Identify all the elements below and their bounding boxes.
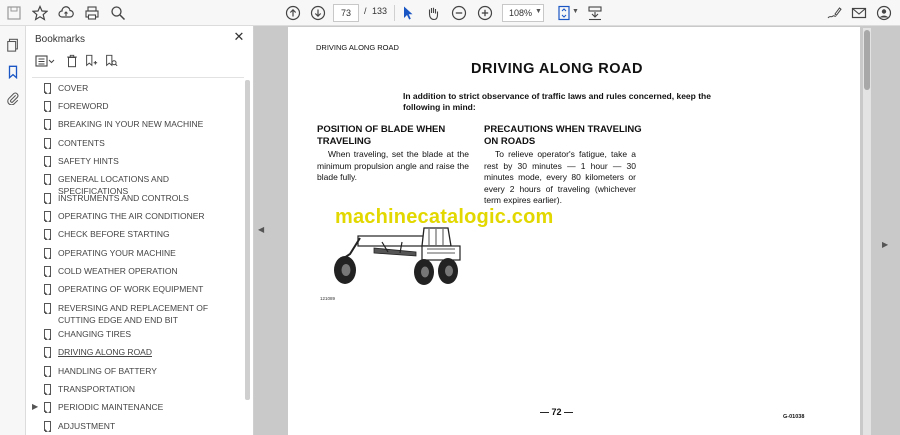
bookmark-label: DRIVING ALONG ROAD <box>58 347 152 357</box>
figure-code: 121089 <box>320 296 336 301</box>
bookmark-label: SAFETY HINTS <box>58 156 119 166</box>
bookmark-icon <box>44 329 51 340</box>
bookmark-label: FOREWORD <box>58 101 109 111</box>
hand-tool-icon[interactable] <box>424 4 442 22</box>
bookmark-icon <box>44 101 51 112</box>
bookmark-label: COLD WEATHER OPERATION <box>58 266 178 276</box>
page-title: DRIVING ALONG ROAD <box>471 61 643 77</box>
collapse-panel-icon[interactable]: ◀ <box>258 225 264 234</box>
bookmark-label: TRANSPORTATION <box>58 384 135 394</box>
watermark-text: machinecatalogic.com <box>335 206 554 228</box>
page-separator: / <box>364 6 367 16</box>
bookmark-label: CHANGING TIRES <box>58 329 132 339</box>
bookmark-label: BREAKING IN YOUR NEW MACHINE <box>58 119 204 129</box>
bookmark-label: INSTRUMENTS AND CONTROLS <box>58 193 189 203</box>
bookmark-icon <box>44 119 51 130</box>
page-thumbnails-icon[interactable] <box>4 36 22 54</box>
toolbar-divider <box>394 5 395 21</box>
select-cursor-icon[interactable] <box>399 4 417 22</box>
bookmark-icon <box>44 138 51 149</box>
sign-pen-icon[interactable] <box>825 4 843 22</box>
scroll-mode-icon[interactable] <box>586 4 604 22</box>
print-icon[interactable] <box>83 4 101 22</box>
running-head: DRIVING ALONG ROAD <box>316 43 399 52</box>
new-bookmark-icon[interactable] <box>83 53 99 69</box>
close-icon[interactable]: ✕ <box>232 29 246 44</box>
bookmark-icon <box>44 347 51 358</box>
fit-page-icon[interactable] <box>555 4 573 22</box>
section-body: To relieve operator's fatigue, take a re… <box>484 149 636 205</box>
star-icon[interactable] <box>31 4 49 22</box>
intro-text: In addition to strict observance of traf… <box>403 91 711 112</box>
bookmark-label: OPERATING YOUR MACHINE <box>58 248 176 258</box>
bookmarks-toolbar <box>26 53 254 73</box>
bookmarks-panel: Bookmarks ✕ COVER FOREWORD BREAKING IN Y… <box>26 26 254 435</box>
section-body: When traveling, set the blade at the min… <box>317 149 469 182</box>
find-bookmark-icon[interactable] <box>103 53 119 69</box>
total-pages: 133 <box>372 6 388 16</box>
bookmark-label: PERIODIC MAINTENANCE <box>58 402 164 412</box>
page-number: — 72 — <box>540 407 574 417</box>
bookmark-icon <box>44 193 51 204</box>
navigation-rail <box>0 26 26 435</box>
bookmark-label: OPERATING OF WORK EQUIPMENT <box>58 284 204 294</box>
bookmark-icon <box>44 211 51 222</box>
bookmark-label: CHECK BEFORE STARTING <box>58 229 170 239</box>
zoom-out-icon[interactable] <box>450 4 468 22</box>
bookmark-icon <box>44 248 51 259</box>
attachment-icon[interactable] <box>4 89 22 107</box>
document-scrollbar[interactable] <box>863 28 871 435</box>
bookmark-icon <box>44 303 51 314</box>
mail-icon[interactable] <box>850 4 868 22</box>
chevron-down-icon[interactable]: ▼ <box>572 8 579 15</box>
next-page-icon[interactable] <box>309 4 327 22</box>
section-heading: POSITION OF BLADE WHEN TRAVELING <box>317 124 446 147</box>
main-toolbar: 73 / 133 108% ▼ ▼ <box>0 0 900 26</box>
account-icon[interactable] <box>875 4 893 22</box>
bookmark-label: REVERSING AND REPLACEMENT OF CUTTING EDG… <box>58 303 209 325</box>
panel-title: Bookmarks <box>35 34 86 45</box>
bookmark-icon <box>44 83 51 94</box>
page-number-input[interactable]: 73 <box>333 4 359 22</box>
previous-page-icon[interactable] <box>284 4 302 22</box>
pdf-viewer-window: 73 / 133 108% ▼ ▼ Bookmarks ✕ COVER FORE… <box>0 0 900 435</box>
chevron-down-icon[interactable]: ▼ <box>535 8 542 15</box>
bookmark-icon <box>44 229 51 240</box>
search-icon[interactable] <box>109 4 127 22</box>
bookmark-icon <box>44 174 51 185</box>
delete-bookmark-icon[interactable] <box>64 53 80 69</box>
motor-grader-illustration <box>334 227 461 285</box>
bookmark-icon <box>44 284 51 295</box>
section-heading: PRECAUTIONS WHEN TRAVELING ON ROADS <box>484 124 642 147</box>
bookmark-options-icon[interactable] <box>34 53 56 69</box>
bookmark-label: ADJUSTMENT <box>58 421 116 431</box>
document-code: G-01038 <box>783 414 805 420</box>
bookmark-icon <box>44 402 51 413</box>
expand-tools-icon[interactable]: ▶ <box>882 240 888 249</box>
save-icon[interactable] <box>5 4 23 22</box>
bookmark-icon <box>44 421 51 432</box>
bookmark-label: HANDLING OF BATTERY <box>58 366 157 376</box>
bookmark-label: OPERATING THE AIR CONDITIONER <box>58 211 205 221</box>
zoom-in-icon[interactable] <box>476 4 494 22</box>
bookmark-list: COVER FOREWORD BREAKING IN YOUR NEW MACH… <box>26 80 244 435</box>
scrollbar-thumb[interactable] <box>864 30 870 90</box>
bookmark-icon <box>44 384 51 395</box>
bookmark-icon <box>44 156 51 167</box>
panel-divider <box>32 77 244 78</box>
panel-scrollbar[interactable] <box>245 80 250 400</box>
bookmark-label: COVER <box>58 83 89 93</box>
bookmark-icon <box>44 366 51 377</box>
chevron-right-icon[interactable]: ▶ <box>32 402 38 411</box>
bookmark-icon <box>44 266 51 277</box>
cloud-upload-icon[interactable] <box>57 4 75 22</box>
bookmark-label: CONTENTS <box>58 138 105 148</box>
bookmark-icon[interactable] <box>4 63 22 81</box>
